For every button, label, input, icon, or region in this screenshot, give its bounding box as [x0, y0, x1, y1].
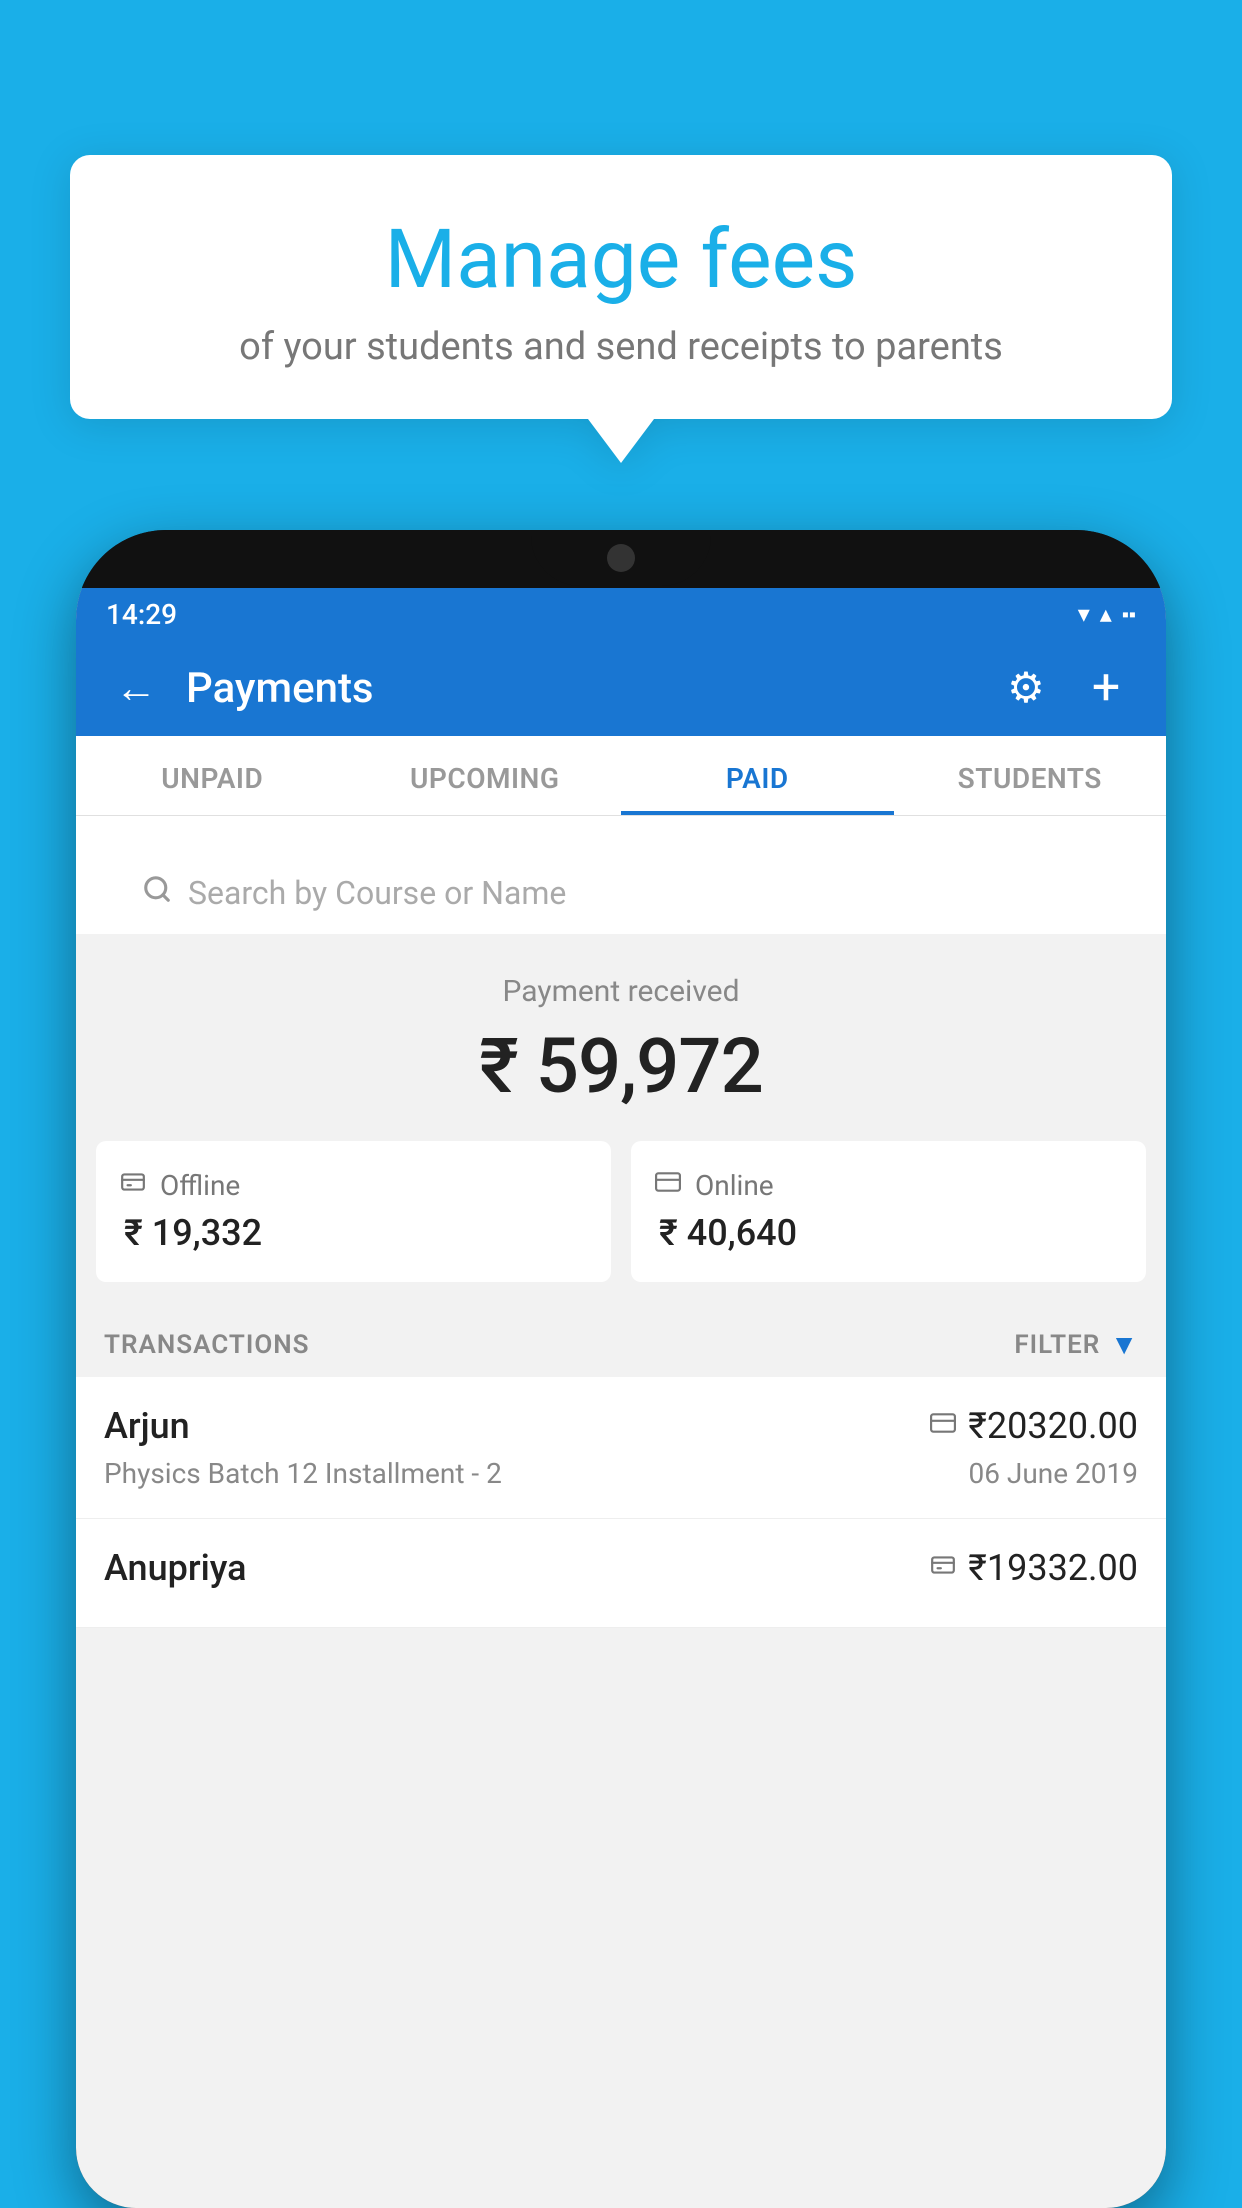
payment-received-label: Payment received: [96, 974, 1146, 1009]
transaction-item[interactable]: Arjun ₹20320.00 Physics Batch 12 Install…: [76, 1377, 1166, 1519]
phone-notch-area: [76, 530, 1166, 588]
tooltip-title: Manage fees: [130, 215, 1112, 305]
status-icons: ▾ ▴ ▪▪: [1078, 600, 1136, 628]
online-amount: ₹ 40,640: [655, 1212, 1122, 1254]
tooltip-card: Manage fees of your students and send re…: [70, 155, 1172, 419]
tab-paid[interactable]: PAID: [621, 736, 894, 815]
offline-card: Offline ₹ 19,332: [96, 1141, 611, 1282]
transaction-name: Arjun: [104, 1405, 190, 1447]
tab-upcoming[interactable]: UPCOMING: [349, 736, 622, 815]
wifi-icon: ▾: [1078, 600, 1090, 628]
tab-students[interactable]: STUDENTS: [894, 736, 1167, 815]
offline-icon: [120, 1169, 146, 1202]
signal-icon: ▴: [1100, 600, 1112, 628]
online-icon: [655, 1169, 681, 1202]
tab-unpaid[interactable]: UNPAID: [76, 736, 349, 815]
payment-cards: Offline ₹ 19,332 Online ₹ 40,640: [76, 1141, 1166, 1312]
battery-icon: ▪▪: [1122, 602, 1136, 627]
status-time: 14:29: [106, 598, 177, 631]
phone-camera: [607, 544, 635, 572]
status-bar: 14:29 ▾ ▴ ▪▪: [76, 588, 1166, 640]
offline-amount: ₹ 19,332: [120, 1212, 587, 1254]
search-bar[interactable]: Search by Course or Name: [116, 852, 1126, 934]
online-card: Online ₹ 40,640: [631, 1141, 1146, 1282]
transaction-amount-row: ₹19332.00: [930, 1547, 1138, 1589]
app-header: ← Payments ⚙ +: [76, 640, 1166, 736]
transaction-amount-row: ₹20320.00: [930, 1405, 1138, 1447]
phone-screen: 14:29 ▾ ▴ ▪▪ ← Payments ⚙ + UNPAID UPCOM…: [76, 588, 1166, 2208]
transaction-item[interactable]: Anupriya ₹19332.00: [76, 1519, 1166, 1628]
online-payment-icon: [930, 1410, 956, 1443]
transaction-course: Physics Batch 12 Installment - 2: [104, 1457, 502, 1490]
filter-button[interactable]: FILTER ▼: [1014, 1328, 1138, 1361]
back-button[interactable]: ←: [106, 664, 166, 713]
transaction-name: Anupriya: [104, 1547, 247, 1589]
transaction-date: 06 June 2019: [968, 1457, 1138, 1490]
transactions-header: TRANSACTIONS FILTER ▼: [76, 1312, 1166, 1377]
payment-total-amount: ₹ 59,972: [96, 1021, 1146, 1111]
payment-summary: Payment received ₹ 59,972: [76, 934, 1166, 1141]
search-container: Search by Course or Name: [76, 816, 1166, 934]
offline-label: Offline: [160, 1169, 240, 1202]
tooltip-subtitle: of your students and send receipts to pa…: [130, 325, 1112, 369]
search-placeholder: Search by Course or Name: [188, 874, 566, 912]
transaction-amount: ₹19332.00: [968, 1547, 1138, 1589]
transactions-list: Arjun ₹20320.00 Physics Batch 12 Install…: [76, 1377, 1166, 1628]
add-button[interactable]: +: [1076, 659, 1136, 717]
search-icon: [142, 874, 172, 912]
page-title: Payments: [186, 664, 976, 713]
tabs-bar: UNPAID UPCOMING PAID STUDENTS: [76, 736, 1166, 816]
transaction-amount: ₹20320.00: [968, 1405, 1138, 1447]
filter-label: FILTER: [1014, 1330, 1100, 1360]
phone-frame: 14:29 ▾ ▴ ▪▪ ← Payments ⚙ + UNPAID UPCOM…: [76, 530, 1166, 2208]
offline-payment-icon: [930, 1552, 956, 1585]
settings-button[interactable]: ⚙: [996, 663, 1056, 713]
filter-icon: ▼: [1110, 1328, 1138, 1361]
phone-notch: [531, 530, 711, 586]
transactions-label: TRANSACTIONS: [104, 1330, 310, 1360]
online-label: Online: [695, 1169, 774, 1202]
